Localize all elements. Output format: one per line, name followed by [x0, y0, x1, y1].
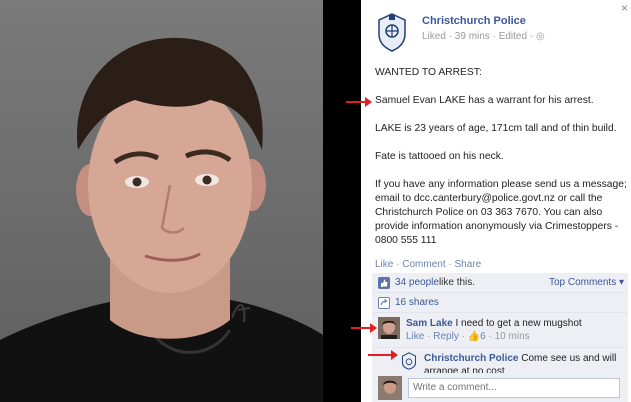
post-panel: × Christchurch Police Liked · 39 mins · … [361, 0, 631, 402]
police-crest-icon[interactable] [400, 352, 418, 370]
post-header-meta: Christchurch Police Liked · 39 mins · Ed… [422, 15, 545, 52]
comment-item: Sam Lake I need to get a new mugshot Lik… [372, 313, 628, 348]
post-line-2: Samuel Evan LAKE has a warrant for his a… [375, 95, 594, 106]
likes-row: 34 people like this. Top Comments ▾ [372, 273, 628, 293]
comment-likes-number: 6 [480, 331, 486, 342]
share-link[interactable]: Share [455, 259, 482, 270]
separator: · [393, 259, 403, 270]
comment-meta: Like · Reply · 👍6 · 10 mins [406, 331, 530, 342]
arrow-icon [368, 350, 398, 360]
feedback-box: 34 people like this. Top Comments ▾ 16 s… [372, 273, 628, 383]
commenter-name[interactable]: Christchurch Police [424, 353, 518, 364]
post-header: Christchurch Police Liked · 39 mins · Ed… [375, 12, 545, 52]
post-line-5: If you have any information please send … [375, 179, 627, 246]
top-comments-dropdown[interactable]: Top Comments ▾ [549, 277, 624, 288]
shares-row: 16 shares [372, 293, 628, 313]
post-line-1: WANTED TO ARREST: [375, 67, 482, 78]
commenter-name[interactable]: Sam Lake [406, 318, 453, 329]
post-body: WANTED TO ARREST: Samuel Evan LAKE has a… [375, 66, 627, 262]
arrow-icon [346, 97, 372, 107]
police-crest-icon[interactable] [375, 12, 409, 52]
comment-like-link[interactable]: Like [406, 331, 424, 342]
audience-icon: ◎ [535, 31, 545, 42]
comment-time: · 10 mins [488, 331, 530, 342]
comment-likes-count[interactable]: 👍6 [468, 331, 486, 342]
post-line-3: LAKE is 23 years of age, 171cm tall and … [375, 123, 617, 134]
page-name-link[interactable]: Christchurch Police [422, 15, 545, 27]
write-comment-bar [372, 373, 628, 402]
comment-reply-link[interactable]: Reply [433, 331, 459, 342]
comment-link[interactable]: Comment [402, 259, 445, 270]
mugshot-photo [0, 0, 323, 402]
post-meta-text: Liked · 39 mins · Edited · [422, 31, 536, 42]
avatar [378, 375, 402, 400]
comment-text: I need to get a new mugshot [452, 318, 582, 329]
shares-link[interactable]: 16 shares [395, 297, 439, 308]
post-line-4: Fate is tattooed on his neck. [375, 151, 504, 162]
avatar[interactable] [378, 317, 400, 339]
thumbs-up-icon [378, 276, 390, 289]
post-actions: Like · Comment · Share [375, 259, 481, 270]
mugshot-illustration [0, 37, 323, 402]
photo-panel-gap [323, 0, 361, 402]
like-link[interactable]: Like [375, 259, 393, 270]
likes-suffix: like this. [438, 277, 476, 288]
separator: · [445, 259, 455, 270]
thumbs-up-icon: 👍 [467, 331, 481, 342]
likes-count-link[interactable]: 34 people [395, 277, 439, 288]
post-meta: Liked · 39 mins · Edited · ◎ [422, 31, 545, 42]
close-icon[interactable]: × [621, 1, 628, 15]
arrow-icon [351, 323, 377, 333]
share-icon [378, 296, 390, 309]
comment-body: Sam Lake I need to get a new mugshot Lik… [406, 317, 582, 343]
comment-input[interactable] [408, 377, 620, 398]
